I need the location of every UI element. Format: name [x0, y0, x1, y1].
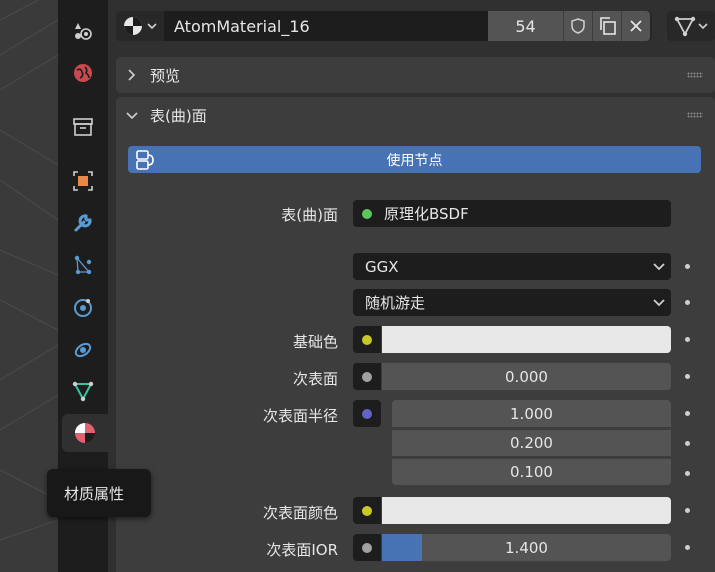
- distribution-value: GGX: [365, 257, 399, 276]
- mesh-data-icon: [72, 381, 94, 402]
- tab-physics[interactable]: [62, 288, 104, 326]
- subsurface-socket[interactable]: [353, 363, 381, 390]
- subsurface-radius-y[interactable]: 0.200: [392, 429, 671, 456]
- chevron-down-icon: [126, 112, 138, 120]
- preview-panel: 预览: [116, 57, 715, 93]
- shield-icon: [571, 18, 585, 34]
- keyframe-dot[interactable]: [685, 411, 690, 416]
- base-color-label: 基础色: [292, 333, 338, 351]
- chevron-down-icon: [147, 23, 157, 30]
- subsurface-radius-z[interactable]: 0.100: [392, 458, 671, 485]
- subsurface-radius-socket[interactable]: [353, 400, 381, 427]
- node-tree-icon: [136, 150, 154, 170]
- subsurface-color-label: 次表面颜色: [262, 504, 338, 522]
- keyframe-dot[interactable]: [685, 471, 690, 476]
- tab-world[interactable]: [62, 54, 104, 92]
- surface-panel-title: 表(曲)面: [150, 106, 207, 125]
- duplicate-icon: [600, 17, 616, 35]
- keyframe-dot[interactable]: [685, 545, 690, 550]
- distribution-dropdown[interactable]: GGX: [353, 253, 671, 280]
- world-icon: [74, 64, 92, 82]
- color-socket-icon: [362, 334, 372, 345]
- keyframe-dot[interactable]: [685, 374, 690, 379]
- drag-grip-icon[interactable]: [687, 112, 703, 118]
- use-nodes-label: 使用节点: [386, 152, 443, 169]
- subsurface-radius-x[interactable]: 1.000: [392, 400, 671, 427]
- material-selector: AtomMaterial_16 54: [116, 11, 652, 41]
- material-sphere-icon: [124, 17, 142, 35]
- object-icon: [73, 171, 93, 191]
- physics-icon: [74, 299, 92, 317]
- chevron-down-icon: [653, 263, 665, 271]
- chevron-down-icon: [698, 23, 708, 30]
- keyframe-dot[interactable]: [685, 508, 690, 513]
- material-name-field[interactable]: AtomMaterial_16: [164, 11, 488, 41]
- tab-object[interactable]: [62, 162, 104, 200]
- float-socket-icon: [362, 542, 372, 553]
- subsurface-method-dropdown[interactable]: 随机游走: [353, 289, 671, 316]
- shader-socket-icon: [362, 209, 372, 219]
- duplicate-material-button[interactable]: [592, 11, 621, 41]
- tab-collection[interactable]: [62, 108, 104, 146]
- tab-particles-system[interactable]: [62, 246, 104, 284]
- slider-fill: [382, 534, 423, 561]
- color-socket-icon: [362, 505, 372, 516]
- subsurface-slider[interactable]: 0.000: [382, 363, 671, 390]
- keyframe-dot[interactable]: [685, 264, 690, 269]
- tab-particles[interactable]: [62, 12, 104, 50]
- collection-icon: [73, 118, 93, 136]
- tab-data[interactable]: [62, 372, 104, 410]
- subsurface-label: 次表面: [292, 370, 338, 388]
- preview-panel-header[interactable]: 预览: [116, 57, 715, 93]
- tab-material[interactable]: [62, 414, 108, 452]
- surface-shader-name: 原理化BSDF: [384, 205, 469, 223]
- subsurface-ior-slider[interactable]: 1.400: [382, 534, 671, 561]
- subsurface-ior-value: 1.400: [505, 538, 548, 557]
- particle-system-icon: [74, 255, 92, 275]
- tab-modifiers[interactable]: [62, 204, 104, 242]
- use-nodes-button[interactable]: 使用节点: [128, 146, 701, 173]
- particles-icon: [75, 23, 92, 40]
- surface-panel-header[interactable]: 表(曲)面: [116, 97, 715, 133]
- subsurface-ior-socket[interactable]: [353, 534, 381, 561]
- tooltip: 材质属性: [47, 469, 151, 517]
- base-color-swatch[interactable]: [382, 326, 671, 353]
- keyframe-dot[interactable]: [685, 300, 690, 305]
- float-socket-icon: [362, 371, 372, 382]
- subsurface-color-socket[interactable]: [353, 497, 381, 524]
- browse-material-button[interactable]: [116, 11, 164, 41]
- unlink-material-button[interactable]: [621, 11, 650, 41]
- preview-panel-title: 预览: [150, 66, 181, 85]
- wrench-icon: [74, 214, 92, 232]
- keyframe-dot[interactable]: [685, 441, 690, 446]
- constraint-icon: [74, 342, 92, 358]
- slot-type-button[interactable]: [667, 11, 715, 41]
- base-color-socket[interactable]: [353, 326, 381, 353]
- surface-label: 表(曲)面: [281, 206, 338, 224]
- chevron-right-icon: [128, 69, 136, 81]
- close-icon: [630, 20, 642, 32]
- drag-grip-icon[interactable]: [687, 72, 703, 78]
- material-icon: [75, 423, 95, 443]
- vector-socket-icon: [362, 408, 372, 419]
- tab-constraints[interactable]: [62, 330, 104, 368]
- subsurface-method-value: 随机游走: [365, 294, 426, 312]
- subsurface-radius-label: 次表面半径: [262, 407, 338, 425]
- keyframe-dot[interactable]: [685, 337, 690, 342]
- chevron-down-icon: [653, 299, 665, 307]
- subsurface-ior-label: 次表面IOR: [266, 541, 338, 559]
- mesh-data-icon: [674, 16, 696, 37]
- material-users-count[interactable]: 54: [488, 11, 563, 41]
- fake-user-button[interactable]: [563, 11, 592, 41]
- subsurface-color-swatch[interactable]: [382, 497, 671, 524]
- surface-shader-field[interactable]: 原理化BSDF: [353, 200, 671, 227]
